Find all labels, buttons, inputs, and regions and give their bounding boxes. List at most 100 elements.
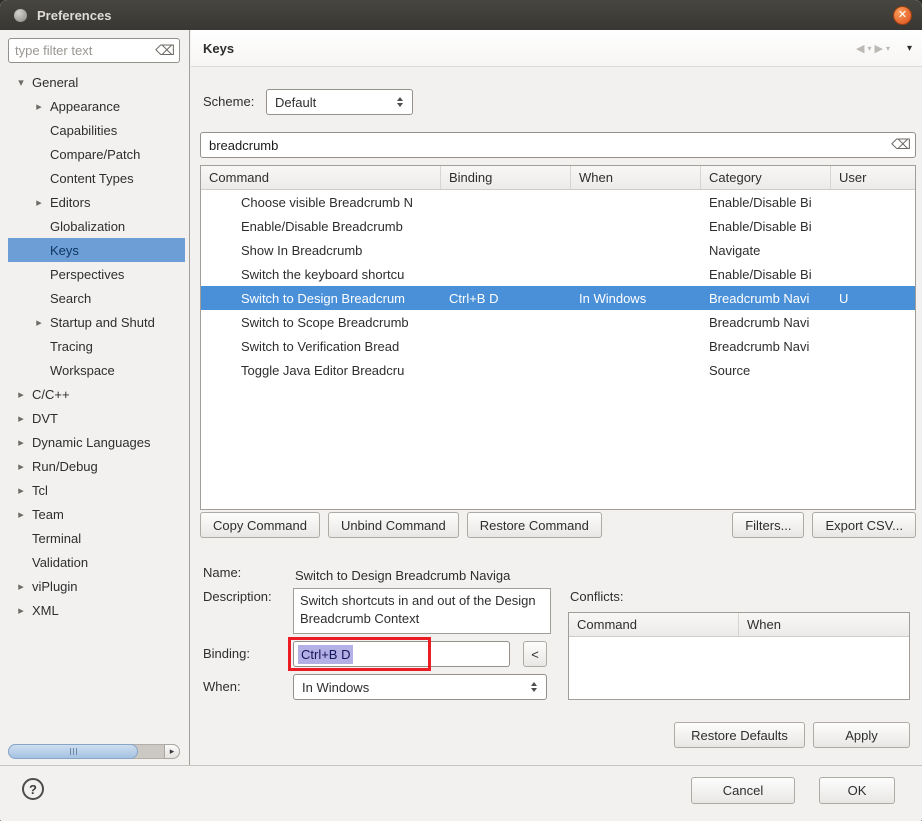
scroll-right-button[interactable]: ▸: [164, 744, 180, 759]
sidebar-item-keys[interactable]: Keys: [8, 238, 185, 262]
chevron-right-icon[interactable]: ▸: [14, 388, 28, 401]
chevron-right-icon[interactable]: ▸: [14, 508, 28, 521]
column-header-when[interactable]: When: [571, 166, 701, 189]
dropdown-spinner-icon: [391, 97, 409, 107]
when-select[interactable]: In Windows: [293, 674, 547, 700]
conflicts-table: Command When: [568, 612, 910, 700]
sidebar-item-compare-patch[interactable]: Compare/Patch: [8, 142, 185, 166]
sidebar-item-startup-and-shutdown[interactable]: ▸Startup and Shutd: [8, 310, 185, 334]
export-csv-button[interactable]: Export CSV...: [812, 512, 916, 538]
horizontal-scrollbar[interactable]: ▸: [8, 744, 180, 759]
ok-button[interactable]: OK: [819, 777, 895, 804]
sidebar-item-tcl[interactable]: ▸Tcl: [8, 478, 185, 502]
close-button[interactable]: ✕: [893, 6, 912, 25]
forward-icon[interactable]: ▶: [874, 42, 882, 55]
preferences-tree: ▾General ▸Appearance Capabilities Compar…: [8, 70, 185, 741]
scheme-label: Scheme:: [203, 89, 254, 115]
binding-input[interactable]: Ctrl+B D: [293, 641, 510, 667]
sidebar-item-run-debug[interactable]: ▸Run/Debug: [8, 454, 185, 478]
chevron-right-icon[interactable]: ▸: [32, 316, 46, 329]
page-title: Keys: [203, 41, 234, 56]
keys-preference-page: Keys ◀ ▾ ▶ ▾ ▾ Scheme: Default ⌫ Command…: [191, 30, 922, 765]
conflicts-column-when[interactable]: When: [739, 613, 909, 636]
table-row[interactable]: Switch the keyboard shortcuEnable/Disabl…: [201, 262, 915, 286]
table-row[interactable]: Enable/Disable BreadcrumbEnable/Disable …: [201, 214, 915, 238]
cancel-button[interactable]: Cancel: [691, 777, 795, 804]
filter-field-wrap: ⌫: [8, 38, 180, 63]
sidebar-item-dvt[interactable]: ▸DVT: [8, 406, 185, 430]
filter-input[interactable]: [8, 38, 180, 63]
column-header-command[interactable]: Command: [201, 166, 441, 189]
binding-revert-button[interactable]: <: [523, 641, 547, 667]
help-button[interactable]: ?: [22, 778, 44, 800]
sidebar-item-c-cpp[interactable]: ▸C/C++: [8, 382, 185, 406]
column-header-category[interactable]: Category: [701, 166, 831, 189]
sidebar-item-general[interactable]: ▾General: [8, 70, 185, 94]
chevron-right-icon[interactable]: ▸: [14, 604, 28, 617]
scrollbar-thumb[interactable]: [8, 744, 138, 759]
sidebar-item-perspectives[interactable]: Perspectives: [8, 262, 185, 286]
chevron-right-icon[interactable]: ▸: [14, 412, 28, 425]
when-value: In Windows: [302, 680, 525, 695]
apply-button[interactable]: Apply: [813, 722, 910, 748]
forward-dropdown-icon[interactable]: ▾: [886, 44, 890, 53]
chevron-right-icon[interactable]: ▸: [14, 460, 28, 473]
key-bindings-table: Command Binding When Category User Choos…: [200, 165, 916, 510]
chevron-right-icon[interactable]: ▸: [14, 436, 28, 449]
table-row[interactable]: Toggle Java Editor BreadcruSource: [201, 358, 915, 382]
table-row[interactable]: Switch to Scope BreadcrumbBreadcrumb Nav…: [201, 310, 915, 334]
clear-filter-icon[interactable]: ⌫: [155, 42, 175, 59]
window-title: Preferences: [37, 8, 111, 23]
sidebar-item-tracing[interactable]: Tracing: [8, 334, 185, 358]
scheme-select[interactable]: Default: [266, 89, 413, 115]
sidebar-item-xml[interactable]: ▸XML: [8, 598, 185, 622]
sidebar-item-terminal[interactable]: Terminal: [8, 526, 185, 550]
sidebar-item-workspace[interactable]: Workspace: [8, 358, 185, 382]
column-header-user[interactable]: User: [831, 166, 915, 189]
table-actions: Copy Command Unbind Command Restore Comm…: [200, 512, 916, 538]
preferences-window: Preferences ✕ ⌫ ▾General ▸Appearance Cap…: [0, 0, 922, 821]
restore-defaults-button[interactable]: Restore Defaults: [674, 722, 805, 748]
sidebar-item-content-types[interactable]: Content Types: [8, 166, 185, 190]
dialog-button-bar: ? Cancel OK: [0, 765, 922, 821]
chevron-down-icon[interactable]: ▾: [14, 76, 28, 89]
chevron-right-icon[interactable]: ▸: [14, 484, 28, 497]
description-label: Description:: [203, 587, 272, 607]
unbind-command-button[interactable]: Unbind Command: [328, 512, 459, 538]
name-label: Name:: [203, 563, 241, 583]
sidebar-item-search[interactable]: Search: [8, 286, 185, 310]
copy-command-button[interactable]: Copy Command: [200, 512, 320, 538]
name-value: Switch to Design Breadcrumb Naviga: [295, 566, 551, 586]
table-row[interactable]: Choose visible Breadcrumb NEnable/Disabl…: [201, 190, 915, 214]
sidebar-item-globalization[interactable]: Globalization: [8, 214, 185, 238]
sidebar-item-team[interactable]: ▸Team: [8, 502, 185, 526]
sidebar-item-dynamic-languages[interactable]: ▸Dynamic Languages: [8, 430, 185, 454]
chevron-right-icon[interactable]: ▸: [14, 580, 28, 593]
column-header-binding[interactable]: Binding: [441, 166, 571, 189]
sidebar-item-validation[interactable]: Validation: [8, 550, 185, 574]
conflicts-column-command[interactable]: Command: [569, 613, 739, 636]
title-bar[interactable]: Preferences ✕: [0, 0, 922, 30]
page-header: Keys ◀ ▾ ▶ ▾ ▾: [191, 30, 922, 67]
restore-command-button[interactable]: Restore Command: [467, 512, 602, 538]
chevron-right-icon[interactable]: ▸: [32, 196, 46, 209]
filters-button[interactable]: Filters...: [732, 512, 804, 538]
chevron-right-icon[interactable]: ▸: [32, 100, 46, 113]
binding-label: Binding:: [203, 641, 250, 667]
back-dropdown-icon[interactable]: ▾: [867, 44, 871, 53]
sidebar-item-viplugin[interactable]: ▸viPlugin: [8, 574, 185, 598]
binding-selected-text: Ctrl+B D: [298, 645, 353, 664]
command-filter-input[interactable]: [200, 132, 916, 158]
table-row-selected[interactable]: Switch to Design BreadcrumCtrl+B DIn Win…: [201, 286, 915, 310]
view-menu-icon[interactable]: ▾: [907, 43, 912, 54]
sidebar-item-appearance[interactable]: ▸Appearance: [8, 94, 185, 118]
conflicts-table-header: Command When: [569, 613, 909, 637]
sidebar-item-capabilities[interactable]: Capabilities: [8, 118, 185, 142]
table-row[interactable]: Show In BreadcrumbNavigate: [201, 238, 915, 262]
page-navigation: ◀ ▾ ▶ ▾ ▾: [856, 42, 912, 55]
back-icon[interactable]: ◀: [856, 42, 864, 55]
clear-search-icon[interactable]: ⌫: [891, 136, 911, 153]
table-header: Command Binding When Category User: [201, 166, 915, 190]
sidebar-item-editors[interactable]: ▸Editors: [8, 190, 185, 214]
table-row[interactable]: Switch to Verification BreadBreadcrumb N…: [201, 334, 915, 358]
